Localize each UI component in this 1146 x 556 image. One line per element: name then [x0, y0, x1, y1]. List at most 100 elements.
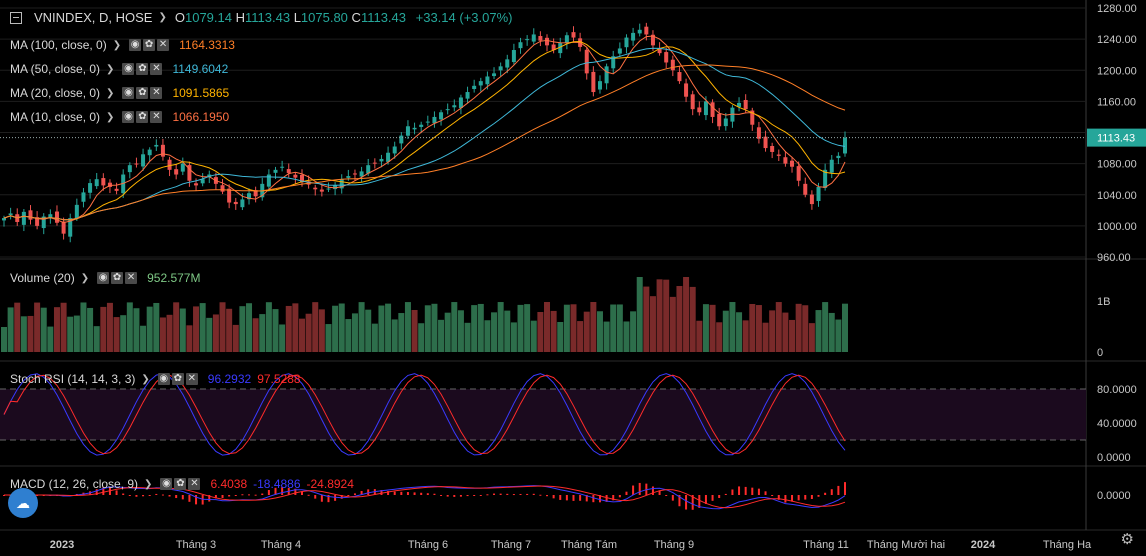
- volume-bar: [789, 319, 796, 352]
- macd-histogram-bar: [565, 495, 568, 501]
- ma100-label[interactable]: MA (100, close, 0): [10, 38, 107, 52]
- settings-icon[interactable]: ✿: [174, 478, 187, 490]
- volume-bar: [20, 316, 27, 352]
- close-icon[interactable]: ✕: [188, 478, 201, 490]
- eye-icon[interactable]: ◉: [122, 111, 135, 123]
- eye-icon[interactable]: ◉: [129, 39, 142, 51]
- chevron-down-icon[interactable]: ❯: [106, 112, 114, 123]
- settings-icon[interactable]: ✿: [136, 63, 149, 75]
- settings-icon[interactable]: ✿: [136, 111, 149, 123]
- close-icon[interactable]: ✕: [150, 87, 163, 99]
- volume-bar: [378, 305, 385, 352]
- candle-body: [227, 188, 232, 203]
- candle-body: [843, 137, 847, 154]
- eye-icon[interactable]: ◉: [157, 373, 170, 385]
- settings-icon[interactable]: ✿: [171, 373, 184, 385]
- volume-bar: [457, 310, 464, 352]
- time-tick-label: Tháng 9: [654, 539, 694, 551]
- chevron-down-icon[interactable]: ❯: [141, 374, 149, 385]
- close-icon[interactable]: ✕: [125, 272, 138, 284]
- candle-body: [412, 127, 417, 130]
- candle-body: [127, 165, 132, 173]
- candle-body: [472, 85, 477, 90]
- volume-bar: [828, 312, 835, 352]
- close-icon[interactable]: ✕: [150, 111, 163, 123]
- candle-body: [644, 26, 649, 35]
- candle-body: [505, 59, 510, 68]
- chevron-down-icon[interactable]: ❯: [106, 88, 114, 99]
- ma50-label[interactable]: MA (50, close, 0): [10, 62, 100, 76]
- chevron-down-icon[interactable]: ❯: [158, 12, 166, 23]
- volume-bar: [643, 286, 650, 352]
- volume-bar: [226, 308, 233, 352]
- settings-icon[interactable]: ✿: [143, 39, 156, 51]
- macd-histogram-bar: [731, 489, 734, 495]
- time-tick-label: Tháng 6: [408, 539, 448, 551]
- macd-histogram-bar: [724, 493, 727, 495]
- candle-body: [564, 35, 569, 44]
- macd-histogram-bar: [188, 495, 191, 502]
- close-icon[interactable]: ✕: [150, 63, 163, 75]
- eye-icon[interactable]: ◉: [122, 87, 135, 99]
- last-price-label: 1113.43: [1097, 133, 1135, 145]
- volume-bar: [742, 320, 749, 352]
- candle-body: [458, 97, 463, 108]
- price-tick-label: 1040.00: [1097, 190, 1137, 202]
- candle-body: [485, 76, 490, 85]
- ma10-label[interactable]: MA (10, close, 0): [10, 110, 100, 124]
- chevron-down-icon[interactable]: ❯: [106, 64, 114, 75]
- time-tick-label: 2023: [50, 539, 74, 551]
- volume-bar: [431, 303, 438, 352]
- close-icon[interactable]: ✕: [157, 39, 170, 51]
- stoch-label[interactable]: Stoch RSI (14, 14, 3, 3): [10, 372, 135, 386]
- ma10-value: 1066.1950: [172, 110, 230, 124]
- macd-histogram-bar: [155, 493, 158, 495]
- price-tick-label: 960.00: [1097, 252, 1131, 264]
- candle-body: [392, 146, 397, 154]
- main-legend: VNINDEX, D, HOSE ❯ O1079.14 H1113.43 L10…: [10, 10, 512, 25]
- volume-label[interactable]: Volume (20): [10, 271, 75, 285]
- close-label: C: [351, 10, 361, 25]
- macd-legend[interactable]: MACD (12, 26, close, 9) ❯ ◉ ✿ ✕ 6.4038 -18…: [10, 477, 354, 491]
- volume-bar: [325, 324, 332, 352]
- candle-body: [776, 154, 781, 156]
- candle-body: [141, 154, 146, 167]
- macd-histogram-bar: [738, 486, 741, 495]
- stoch-tick-label: 0.0000: [1097, 452, 1131, 464]
- volume-bar: [769, 310, 776, 352]
- ma10-legend[interactable]: MA (10, close, 0) ❯ ◉ ✿ ✕ 1066.1950: [10, 110, 229, 124]
- chevron-down-icon[interactable]: ❯: [81, 273, 89, 284]
- eye-icon[interactable]: ◉: [97, 272, 110, 284]
- candle-body: [372, 162, 377, 164]
- symbol-title[interactable]: VNINDEX, D, HOSE: [34, 10, 152, 25]
- volume-bar: [709, 304, 716, 352]
- volume-bar: [67, 316, 74, 352]
- close-icon[interactable]: ✕: [185, 373, 198, 385]
- candle-body: [796, 166, 801, 181]
- macd-histogram-bar: [128, 495, 131, 496]
- ma20-label[interactable]: MA (20, close, 0): [10, 86, 100, 100]
- macd-histogram-bar: [744, 486, 747, 495]
- settings-icon[interactable]: ✿: [111, 272, 124, 284]
- chart-settings-icon[interactable]: ⚙: [1121, 530, 1134, 548]
- collapse-legend-icon[interactable]: [10, 11, 22, 24]
- stoch-legend[interactable]: Stoch RSI (14, 14, 3, 3) ❯ ◉ ✿ ✕ 96.2932 9…: [10, 372, 301, 386]
- eye-icon[interactable]: ◉: [160, 478, 173, 490]
- chevron-down-icon[interactable]: ❯: [113, 40, 121, 51]
- macd-histogram-bar: [757, 488, 760, 495]
- stoch-band: [0, 389, 1086, 440]
- ma100-legend[interactable]: MA (100, close, 0) ❯ ◉ ✿ ✕ 1164.3313: [10, 38, 235, 52]
- volume-legend[interactable]: Volume (20) ❯ ◉ ✿ ✕ 952.577M: [10, 271, 200, 285]
- settings-icon[interactable]: ✿: [136, 87, 149, 99]
- ma50-legend[interactable]: MA (50, close, 0) ❯ ◉ ✿ ✕ 1149.6042: [10, 62, 228, 76]
- volume-bar: [603, 321, 610, 352]
- chevron-down-icon[interactable]: ❯: [144, 479, 152, 490]
- volume-bar: [815, 310, 822, 352]
- price-tick-label: 1000.00: [1097, 221, 1137, 233]
- time-tick-label: Tháng Tám: [561, 539, 617, 551]
- candle-body: [597, 81, 602, 90]
- eye-icon[interactable]: ◉: [122, 63, 135, 75]
- ma20-legend[interactable]: MA (20, close, 0) ❯ ◉ ✿ ✕ 1091.5865: [10, 86, 229, 100]
- cloud-icon[interactable]: ☁: [8, 488, 38, 518]
- volume-bar: [616, 304, 623, 352]
